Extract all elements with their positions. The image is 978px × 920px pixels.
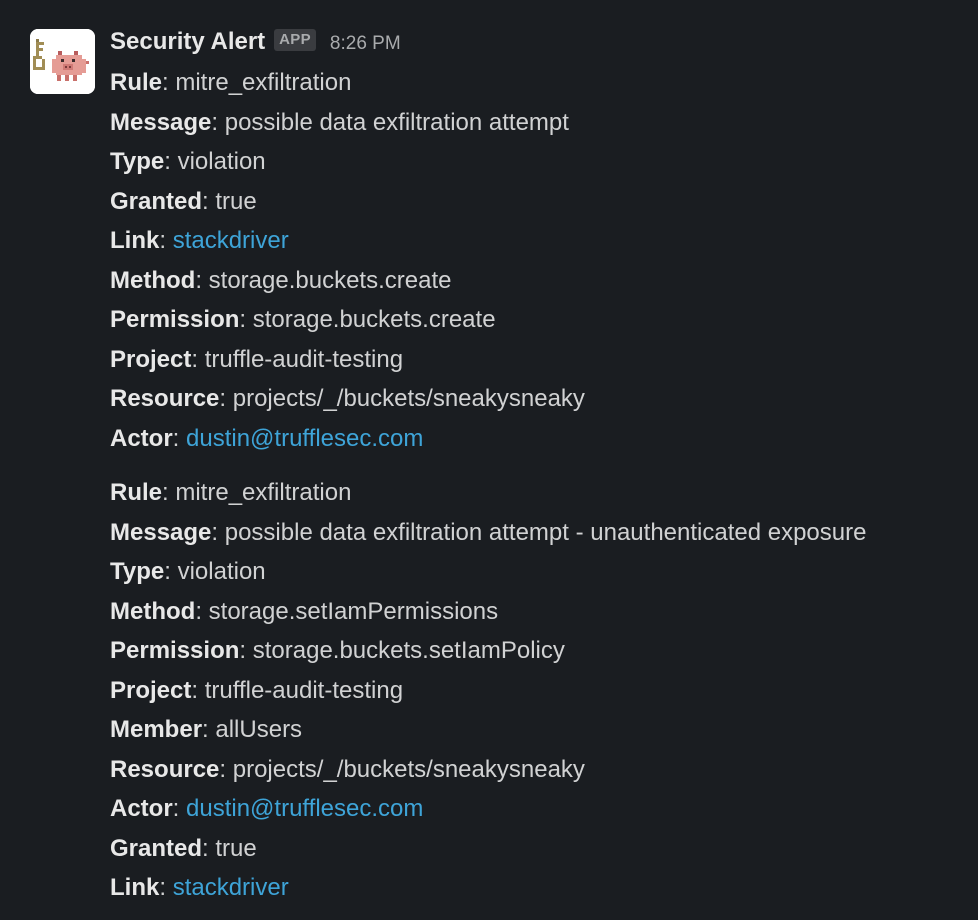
field-sep: : (162, 479, 176, 506)
field-key: Rule (110, 479, 163, 506)
field-value: mitre_exfiltration (175, 69, 352, 96)
actor-email-link[interactable]: dustin@trufflesec.com (186, 795, 423, 822)
field-key: Resource (110, 755, 220, 783)
field-key: Type (110, 148, 165, 175)
field-sep: : (159, 874, 173, 901)
alert-line-link: Link: stackdriver (110, 221, 585, 261)
field-value: true (215, 187, 257, 215)
field-value: storage.buckets.create (252, 306, 496, 333)
sender-name[interactable]: Security Alert (110, 28, 265, 56)
field-sep: : (164, 148, 178, 175)
security-alert-message: Security Alert APP 8:26 PM Rule: mitre_e… (0, 0, 978, 920)
alert-block-1: Rule: mitre_exfiltration Message: possib… (110, 63, 585, 458)
field-key: Actor (110, 424, 173, 452)
field-sep: : (172, 795, 187, 822)
field-sep: : (219, 385, 233, 412)
field-sep: : (239, 306, 253, 333)
field-key: Permission (110, 637, 240, 664)
field-sep: : (239, 637, 253, 664)
field-sep: : (164, 558, 178, 585)
field-key: Method (110, 266, 196, 294)
field-sep: : (195, 597, 209, 625)
field-sep: : (159, 227, 173, 254)
field-sep: : (202, 716, 216, 743)
field-value: projects/_/buckets/sneakysneaky (232, 755, 585, 783)
field-value: violation (177, 558, 266, 585)
field-key: Resource (110, 385, 220, 412)
stackdriver-link[interactable]: stackdriver (173, 227, 289, 254)
alert-line-rule: Rule: mitre_exfiltration (110, 473, 866, 513)
field-key: Permission (110, 306, 240, 333)
field-sep: : (202, 187, 216, 215)
alert-line-resource: Resource: projects/_/buckets/sneakysneak… (110, 750, 866, 790)
alert-line-project: Project: truffle-audit-testing (110, 340, 585, 380)
field-sep: : (211, 108, 225, 136)
field-value: truffle-audit-testing (204, 345, 404, 373)
field-sep: : (202, 834, 216, 862)
field-key: Granted (110, 834, 203, 862)
alert-line-type: Type: violation (110, 142, 585, 182)
field-value: projects/_/buckets/sneakysneaky (232, 385, 585, 412)
field-key: Message (110, 518, 212, 546)
field-sep: : (191, 676, 205, 704)
alert-line-type: Type: violation (110, 552, 866, 592)
field-value: storage.buckets.create (208, 266, 452, 294)
pig-and-key-icon (30, 29, 95, 94)
alert-line-member: Member: allUsers (110, 710, 866, 750)
field-key: Message (110, 108, 212, 136)
field-value: violation (177, 148, 266, 175)
field-value: storage.buckets.setIamPolicy (252, 637, 565, 664)
field-key: Member (110, 716, 203, 743)
field-key: Link (110, 227, 160, 254)
field-value: mitre_exfiltration (175, 479, 352, 506)
field-value: truffle-audit-testing (204, 676, 404, 704)
field-sep: : (162, 69, 176, 96)
message-header: Security Alert APP 8:26 PM (110, 26, 401, 58)
alert-line-message: Message: possible data exfiltration atte… (110, 103, 585, 143)
alert-line-granted: Granted: true (110, 829, 866, 869)
field-sep: : (195, 266, 209, 294)
field-key: Method (110, 597, 196, 625)
field-key: Link (110, 874, 160, 901)
field-sep: : (219, 755, 233, 783)
alert-line-rule: Rule: mitre_exfiltration (110, 63, 585, 103)
avatar[interactable] (30, 29, 95, 94)
alert-line-method: Method: storage.setIamPermissions (110, 592, 866, 632)
alert-block-2: Rule: mitre_exfiltration Message: possib… (110, 473, 866, 908)
field-key: Type (110, 558, 165, 585)
field-value: possible data exfiltration attempt (224, 108, 569, 136)
field-key: Granted (110, 187, 203, 215)
message-timestamp[interactable]: 8:26 PM (330, 33, 401, 55)
alert-line-permission: Permission: storage.buckets.setIamPolicy (110, 631, 866, 671)
field-sep: : (211, 518, 225, 546)
alert-line-message: Message: possible data exfiltration atte… (110, 513, 866, 553)
field-value: possible data exfiltration attempt - una… (224, 518, 867, 546)
field-key: Actor (110, 795, 173, 822)
field-sep: : (191, 345, 205, 373)
field-key: Rule (110, 69, 163, 96)
field-value: true (215, 834, 257, 862)
stackdriver-link[interactable]: stackdriver (173, 874, 289, 901)
alert-line-actor: Actor: dustin@trufflesec.com (110, 789, 866, 829)
field-value: allUsers (215, 716, 303, 743)
actor-email-link[interactable]: dustin@trufflesec.com (186, 425, 423, 452)
alert-line-link: Link: stackdriver (110, 868, 866, 908)
alert-line-method: Method: storage.buckets.create (110, 261, 585, 301)
field-key: Project (110, 676, 192, 704)
alert-line-resource: Resource: projects/_/buckets/sneakysneak… (110, 379, 585, 419)
alert-line-permission: Permission: storage.buckets.create (110, 300, 585, 340)
field-key: Project (110, 345, 192, 373)
app-badge: APP (274, 29, 316, 51)
alert-line-granted: Granted: true (110, 182, 585, 222)
alert-line-project: Project: truffle-audit-testing (110, 671, 866, 711)
alert-line-actor: Actor: dustin@trufflesec.com (110, 419, 585, 459)
field-value: storage.setIamPermissions (208, 597, 499, 625)
field-sep: : (172, 424, 187, 452)
